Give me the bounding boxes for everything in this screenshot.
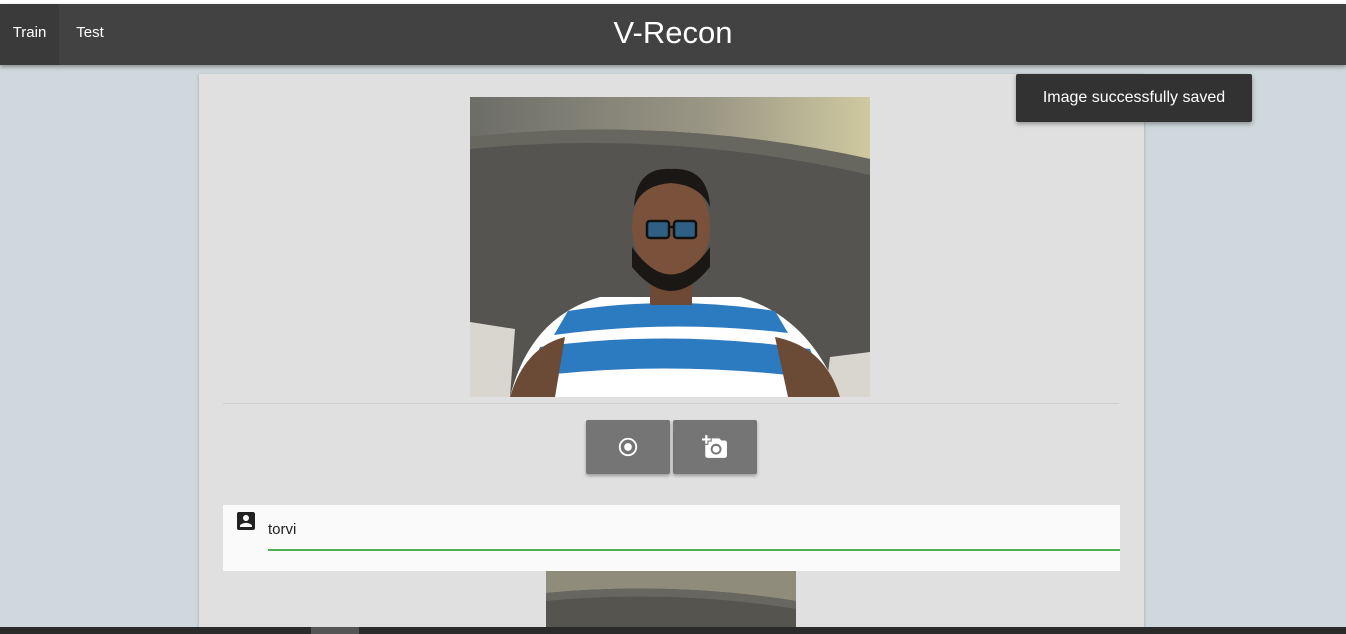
snackbar-toast: Image successfully saved [1016, 74, 1252, 122]
account-box-icon [237, 512, 255, 530]
app-bar: Train Test V-Recon [0, 4, 1346, 65]
train-card [199, 74, 1144, 634]
webcam-feed [470, 97, 870, 397]
capture-photo-button[interactable] [673, 420, 757, 474]
thumbnail-image [546, 571, 796, 634]
tab-test[interactable]: Test [59, 4, 121, 65]
captured-thumbnail [546, 571, 796, 634]
record-button[interactable] [586, 420, 670, 474]
name-field-panel [223, 505, 1120, 571]
name-input[interactable] [268, 513, 1120, 551]
record-icon [618, 437, 638, 457]
taskbar [0, 627, 1346, 634]
tab-train[interactable]: Train [0, 4, 59, 65]
webcam-image [470, 97, 870, 397]
app-title: V-Recon [613, 15, 733, 50]
scrollbar-thumb[interactable] [311, 627, 359, 634]
divider [223, 403, 1119, 404]
add-a-photo-icon [702, 435, 727, 458]
